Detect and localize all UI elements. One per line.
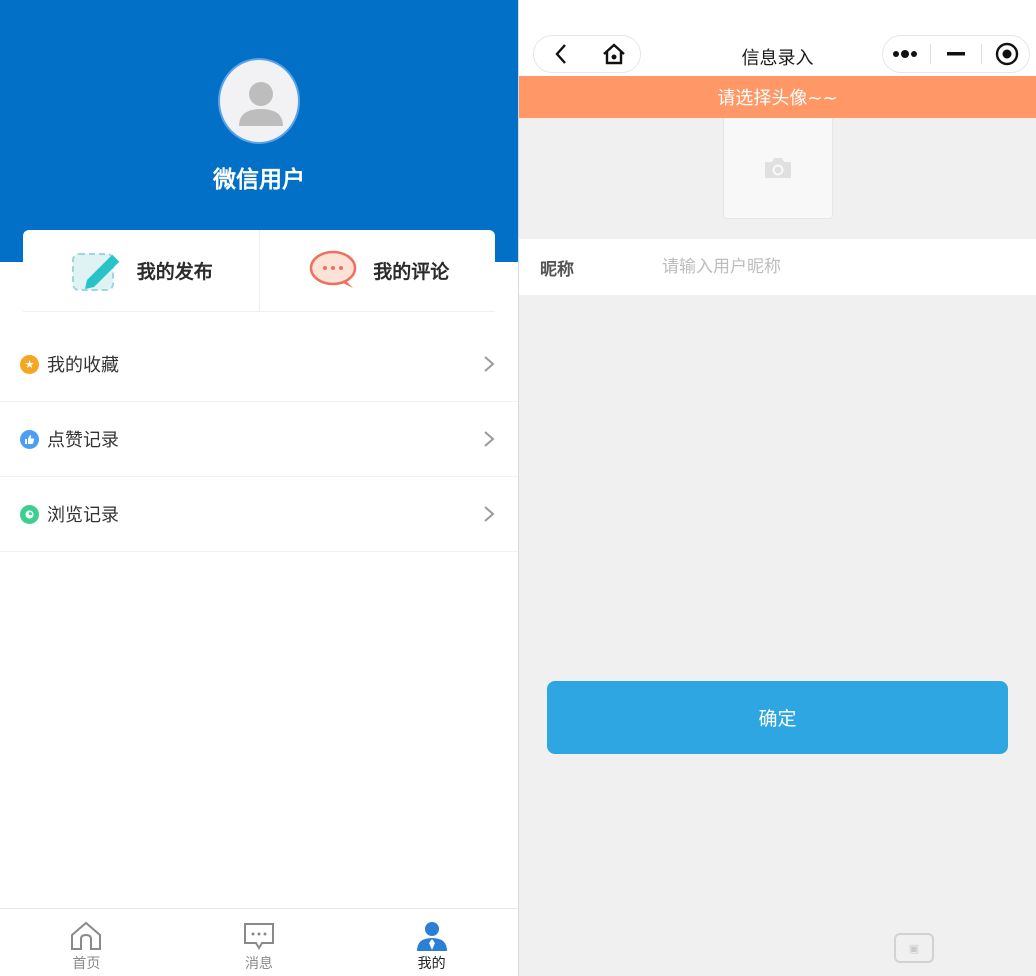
tab-label: 首页: [72, 956, 101, 972]
info-entry-page: 信息录入 请选择头像~~ 昵称 请输入用户昵称 确定 ▣: [519, 0, 1036, 976]
confirm-button[interactable]: 确定: [547, 681, 1008, 754]
camera-icon: [765, 158, 791, 178]
capsule-separator: [930, 44, 932, 64]
watermark-logo-icon: ▣: [894, 933, 934, 963]
home-icon: [71, 921, 102, 950]
default-avatar-icon: [239, 82, 283, 126]
menu-item-likes[interactable]: 点赞记录: [0, 402, 518, 477]
tab-mine[interactable]: 我的: [345, 909, 518, 976]
avatar[interactable]: [218, 58, 300, 144]
star-icon: ★: [20, 354, 39, 374]
chevron-right-icon: [484, 356, 495, 372]
profile-menu: ★ 我的收藏 点赞记录 浏览记录: [0, 327, 518, 552]
comment-bubble-icon: [305, 246, 361, 296]
tab-home[interactable]: 首页: [0, 909, 173, 976]
nav-capsule-right: [882, 35, 1030, 73]
tab-bar: 首页 消息 我的: [0, 908, 518, 976]
minimize-button[interactable]: [936, 39, 976, 69]
menu-item-history[interactable]: 浏览记录: [0, 477, 518, 552]
profile-page: 微信用户 我的发布 我的评论 ★ 我的收藏 点赞记录 浏览记录 首页 消息 我的: [0, 0, 518, 976]
target-circle-icon: [995, 42, 1018, 66]
eye-icon: [20, 504, 39, 524]
avatar-alert-bar: 请选择头像~~: [519, 76, 1036, 118]
minus-icon: [946, 52, 965, 56]
nickname-row: 昵称: [519, 239, 1036, 295]
action-card: 我的发布 我的评论: [23, 230, 495, 312]
chevron-right-icon: [484, 506, 495, 522]
user-name: 微信用户: [213, 167, 305, 193]
nickname-label: 昵称: [540, 259, 574, 280]
site-watermark: ▣: [894, 930, 1034, 966]
close-button[interactable]: [987, 39, 1027, 69]
my-comments-button[interactable]: 我的评论: [258, 230, 496, 311]
more-button[interactable]: [885, 39, 925, 69]
menu-item-label: 我的收藏: [47, 355, 119, 376]
my-comments-label: 我的评论: [373, 261, 450, 283]
capsule-separator: [980, 44, 982, 64]
nickname-input[interactable]: [662, 257, 1002, 277]
nav-bar: 信息录入: [519, 0, 1036, 76]
tab-label: 消息: [245, 956, 273, 972]
my-posts-label: 我的发布: [136, 261, 213, 283]
avatar-picker[interactable]: [723, 118, 833, 219]
menu-item-favorites[interactable]: ★ 我的收藏: [0, 327, 518, 402]
message-icon: [244, 923, 274, 950]
my-posts-button[interactable]: 我的发布: [23, 230, 259, 311]
chevron-right-icon: [484, 431, 495, 447]
profile-header: 微信用户: [0, 0, 518, 262]
menu-item-label: 点赞记录: [47, 430, 119, 451]
more-dots-icon: [893, 50, 918, 58]
tab-label: 我的: [417, 956, 446, 972]
menu-item-label: 浏览记录: [47, 505, 119, 526]
user-icon: [416, 922, 447, 951]
edit-pencil-icon: [69, 246, 125, 296]
thumb-up-icon: [20, 429, 39, 449]
tab-messages[interactable]: 消息: [173, 909, 346, 976]
